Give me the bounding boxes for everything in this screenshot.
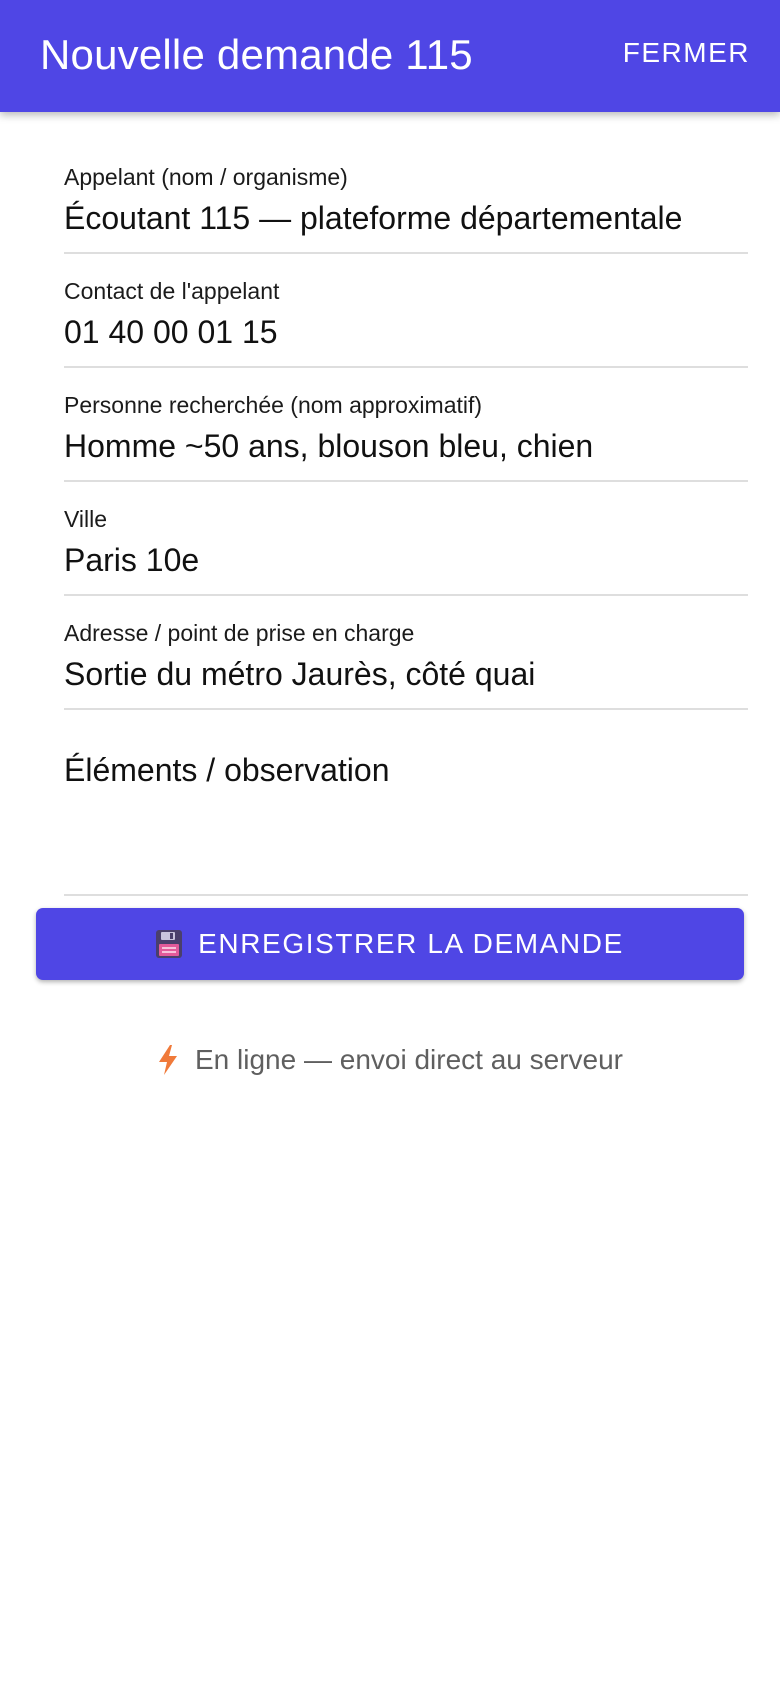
person-field-label: Personne recherchée (nom approximatif) (64, 392, 483, 418)
city-input[interactable] (64, 542, 748, 579)
address-input[interactable] (64, 656, 748, 693)
caller-field-label: Appelant (nom / organisme) (64, 164, 348, 190)
observation-placeholder: Éléments / observation (64, 752, 390, 788)
close-button[interactable]: FERMER (623, 37, 750, 69)
page-title: Nouvelle demande 115 (40, 31, 473, 78)
connection-status-text: En ligne — envoi direct au serveur (195, 1044, 623, 1075)
caller-field[interactable]: Appelant (nom / organisme) (64, 140, 748, 254)
city-field[interactable]: Ville (64, 482, 748, 596)
caller-input[interactable] (64, 200, 748, 237)
city-field-label: Ville (64, 506, 108, 532)
connection-status: En ligne — envoi direct au serveur (0, 1044, 780, 1076)
lightning-bolt-icon (157, 1045, 179, 1075)
address-field[interactable]: Adresse / point de prise en charge (64, 596, 748, 710)
save-request-label: ENREGISTRER LA DEMANDE (198, 928, 624, 959)
floppy-disk-icon (156, 930, 183, 958)
app-bar: Nouvelle demande 115 FERMER (0, 0, 780, 112)
caller-contact-input[interactable] (64, 314, 748, 351)
observation-field[interactable]: Éléments / observation (64, 710, 748, 896)
address-field-label: Adresse / point de prise en charge (64, 620, 415, 646)
person-input[interactable] (64, 428, 748, 465)
caller-contact-field[interactable]: Contact de l'appelant (64, 254, 748, 368)
request-form: Appelant (nom / organisme) Contact de l'… (64, 140, 748, 896)
person-field[interactable]: Personne recherchée (nom approximatif) (64, 368, 748, 482)
caller-contact-field-label: Contact de l'appelant (64, 278, 280, 304)
save-request-button[interactable]: ENREGISTRER LA DEMANDE (36, 908, 744, 980)
